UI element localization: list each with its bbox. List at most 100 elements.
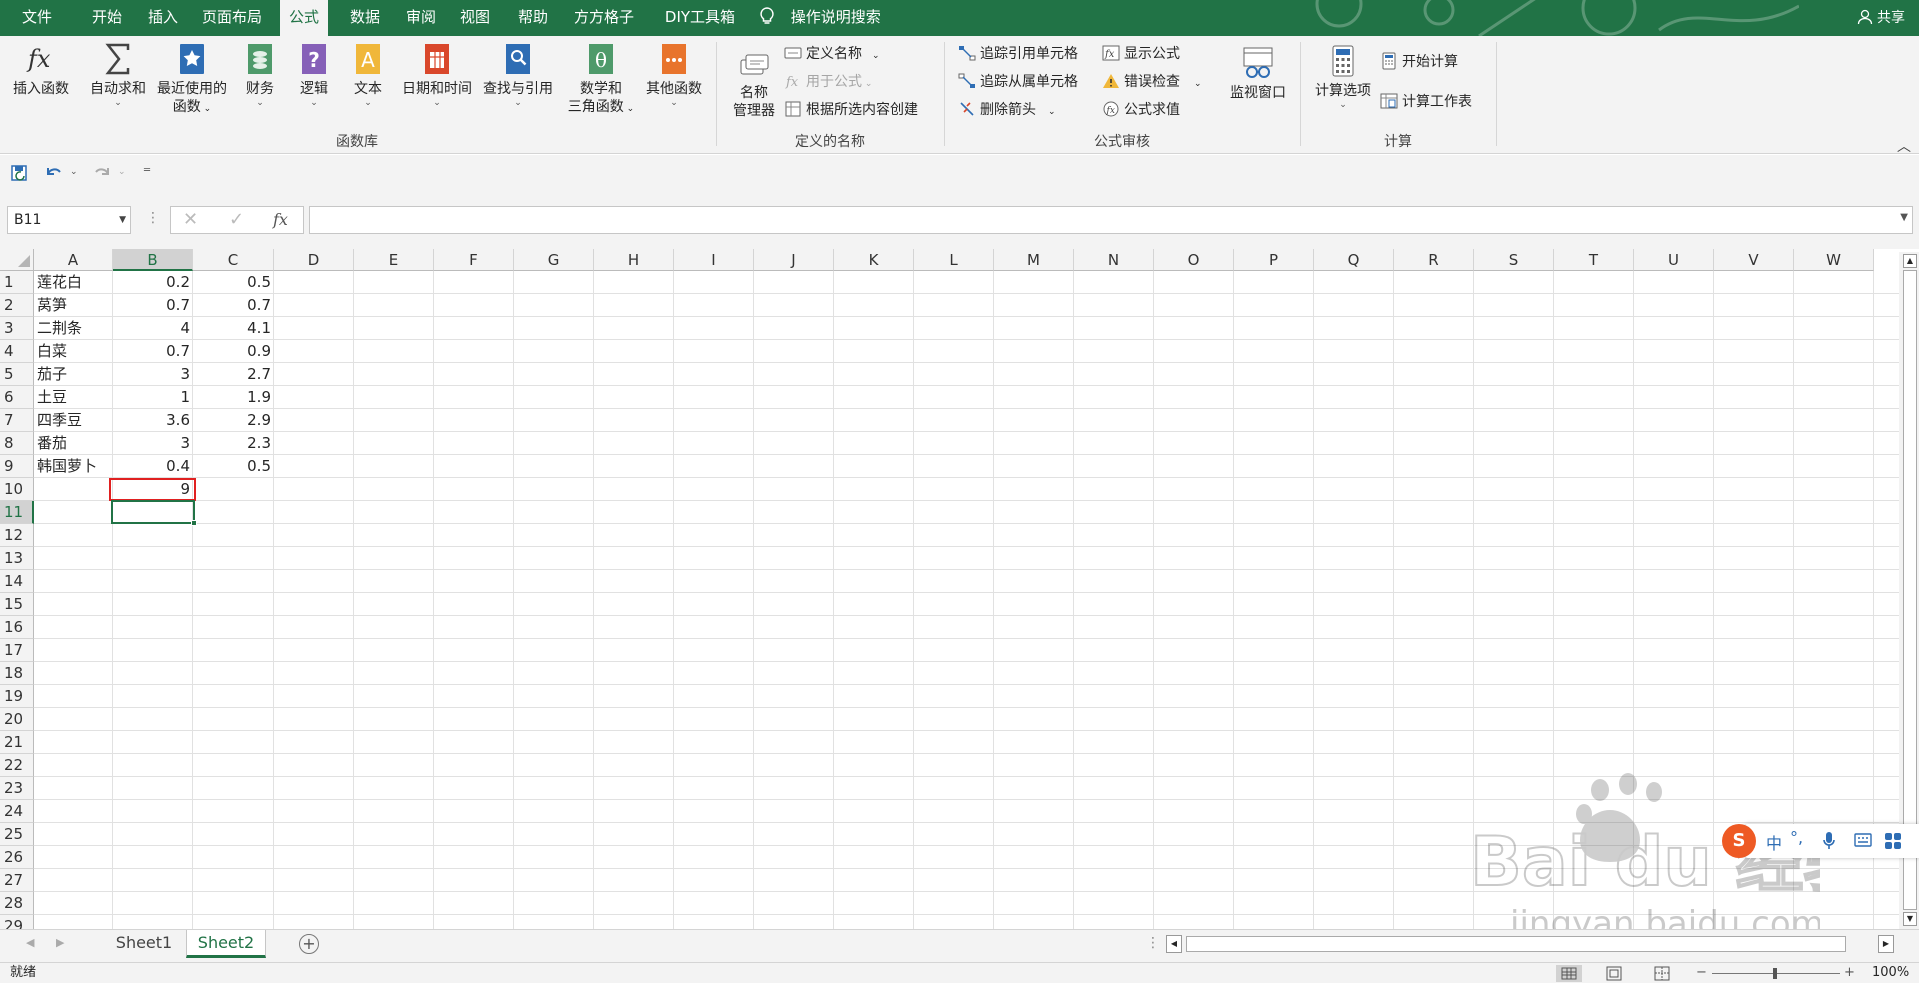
column-header-H[interactable]: H xyxy=(594,249,674,271)
scroll-down-icon[interactable]: ▼ xyxy=(1903,912,1917,926)
cell-A7[interactable]: 四季豆 xyxy=(34,409,113,432)
column-header-Q[interactable]: Q xyxy=(1314,249,1394,271)
menu-tab-10[interactable]: DIY工具箱 xyxy=(652,0,748,36)
customize-toolbar-icon[interactable]: ═ xyxy=(144,165,150,176)
row-header-7[interactable]: 7 xyxy=(0,409,34,432)
microphone-icon[interactable] xyxy=(1822,831,1836,855)
row-header-13[interactable]: 13 xyxy=(0,547,34,570)
column-header-B[interactable]: B xyxy=(113,249,193,271)
datetime-button[interactable]: 日期和时间 ⌄ xyxy=(398,42,476,108)
punctuation-icon[interactable]: °, xyxy=(1790,828,1803,847)
cell-C8[interactable]: 2.3 xyxy=(193,432,274,455)
column-header-I[interactable]: I xyxy=(674,249,754,271)
cell-A9[interactable]: 韩国萝卜 xyxy=(34,455,113,478)
column-header-A[interactable]: A xyxy=(34,249,113,271)
row-header-1[interactable]: 1 xyxy=(0,271,34,294)
calculation-options-button[interactable]: 计算选项 ⌄ xyxy=(1310,44,1376,110)
show-formulas-button[interactable]: fx 显示公式 xyxy=(1102,44,1180,66)
cell-C4[interactable]: 0.9 xyxy=(193,340,274,363)
row-header-24[interactable]: 24 xyxy=(0,800,34,823)
cell-B7[interactable]: 3.6 xyxy=(113,409,193,432)
row-header-21[interactable]: 21 xyxy=(0,731,34,754)
row-header-20[interactable]: 20 xyxy=(0,708,34,731)
insert-function-icon[interactable]: fx xyxy=(273,210,288,229)
row-header-10[interactable]: 10 xyxy=(0,478,34,501)
undo-dropdown-icon[interactable]: ⌄ xyxy=(70,167,78,177)
cell-C3[interactable]: 4.1 xyxy=(193,317,274,340)
trace-dependents-button[interactable]: 追踪从属单元格 xyxy=(958,72,1078,94)
share-button[interactable]: 共享 xyxy=(1857,0,1905,36)
column-header-S[interactable]: S xyxy=(1474,249,1554,271)
define-name-button[interactable]: 定义名称 ⌄ xyxy=(784,44,880,66)
cell-C1[interactable]: 0.5 xyxy=(193,271,274,294)
menu-tab-7[interactable]: 视图 xyxy=(452,0,498,36)
row-header-28[interactable]: 28 xyxy=(0,892,34,915)
menu-tab-4[interactable]: 公式 xyxy=(280,0,328,36)
cell-C2[interactable]: 0.7 xyxy=(193,294,274,317)
cell-C7[interactable]: 2.9 xyxy=(193,409,274,432)
redo-dropdown-icon[interactable]: ⌄ xyxy=(118,167,126,177)
cell-A10[interactable] xyxy=(34,478,113,501)
sheet-tab-sheet1[interactable]: Sheet1 xyxy=(104,930,184,958)
cell-C10[interactable] xyxy=(193,478,274,501)
create-from-selection-button[interactable]: 根据所选内容创建 xyxy=(784,100,918,122)
row-header-3[interactable]: 3 xyxy=(0,317,34,340)
column-header-W[interactable]: W xyxy=(1794,249,1874,271)
chinese-mode-icon[interactable]: 中 xyxy=(1766,830,1782,854)
cell-B5[interactable]: 3 xyxy=(113,363,193,386)
column-header-M[interactable]: M xyxy=(994,249,1074,271)
cell-B1[interactable]: 0.2 xyxy=(113,271,193,294)
name-manager-button[interactable]: 名称 管理器 xyxy=(726,46,782,120)
row-header-4[interactable]: 4 xyxy=(0,340,34,363)
menu-tab-0[interactable]: 文件 xyxy=(14,0,60,36)
formula-input[interactable]: ▼ xyxy=(309,206,1913,234)
cell-A2[interactable]: 莴笋 xyxy=(34,294,113,317)
column-header-G[interactable]: G xyxy=(514,249,594,271)
column-header-R[interactable]: R xyxy=(1394,249,1474,271)
menu-tab-6[interactable]: 审阅 xyxy=(398,0,444,36)
collapse-ribbon-icon[interactable]: ︿ xyxy=(1897,136,1911,156)
recent-functions-button[interactable]: 最近使用的 函数 ⌄ xyxy=(152,42,232,118)
zoom-slider-thumb[interactable] xyxy=(1773,968,1777,979)
cell-B4[interactable]: 0.7 xyxy=(113,340,193,363)
cell-A5[interactable]: 茄子 xyxy=(34,363,113,386)
scroll-left-icon[interactable]: ◀ xyxy=(1166,935,1182,953)
column-header-T[interactable]: T xyxy=(1554,249,1634,271)
cell-C6[interactable]: 1.9 xyxy=(193,386,274,409)
save-icon[interactable] xyxy=(10,164,30,186)
next-sheet-icon[interactable]: ▶ xyxy=(56,936,64,949)
column-header-P[interactable]: P xyxy=(1234,249,1314,271)
row-header-19[interactable]: 19 xyxy=(0,685,34,708)
trace-precedents-button[interactable]: 追踪引用单元格 xyxy=(958,44,1078,66)
column-header-N[interactable]: N xyxy=(1074,249,1154,271)
column-header-K[interactable]: K xyxy=(834,249,914,271)
cell-A1[interactable]: 莲花白 xyxy=(34,271,113,294)
row-header-22[interactable]: 22 xyxy=(0,754,34,777)
column-header-L[interactable]: L xyxy=(914,249,994,271)
row-header-8[interactable]: 8 xyxy=(0,432,34,455)
cell-B3[interactable]: 4 xyxy=(113,317,193,340)
search-box[interactable]: 操作说明搜索 xyxy=(760,0,881,36)
toolbox-icon[interactable] xyxy=(1884,832,1902,854)
add-sheet-icon[interactable]: + xyxy=(299,934,319,954)
zoom-in-icon[interactable]: + xyxy=(1844,963,1855,983)
column-header-O[interactable]: O xyxy=(1154,249,1234,271)
menu-tab-1[interactable]: 开始 xyxy=(84,0,130,36)
row-header-26[interactable]: 26 xyxy=(0,846,34,869)
select-all-corner[interactable] xyxy=(0,249,34,271)
menu-tab-2[interactable]: 插入 xyxy=(140,0,186,36)
column-header-U[interactable]: U xyxy=(1634,249,1714,271)
menu-tab-8[interactable]: 帮助 xyxy=(510,0,556,36)
column-header-D[interactable]: D xyxy=(274,249,354,271)
row-header-14[interactable]: 14 xyxy=(0,570,34,593)
sheet-tab-sheet2[interactable]: Sheet2 xyxy=(186,930,266,958)
column-header-V[interactable]: V xyxy=(1714,249,1794,271)
use-in-formula-button[interactable]: fx 用于公式 ⌄ xyxy=(784,72,872,94)
autosum-button[interactable]: 自动求和 ⌄ xyxy=(86,42,150,108)
column-header-E[interactable]: E xyxy=(354,249,434,271)
row-header-2[interactable]: 2 xyxy=(0,294,34,317)
watch-window-button[interactable]: 监视窗口 xyxy=(1224,46,1292,102)
cell-A8[interactable]: 番茄 xyxy=(34,432,113,455)
redo-icon[interactable] xyxy=(92,164,112,186)
zoom-out-icon[interactable]: − xyxy=(1696,963,1707,983)
